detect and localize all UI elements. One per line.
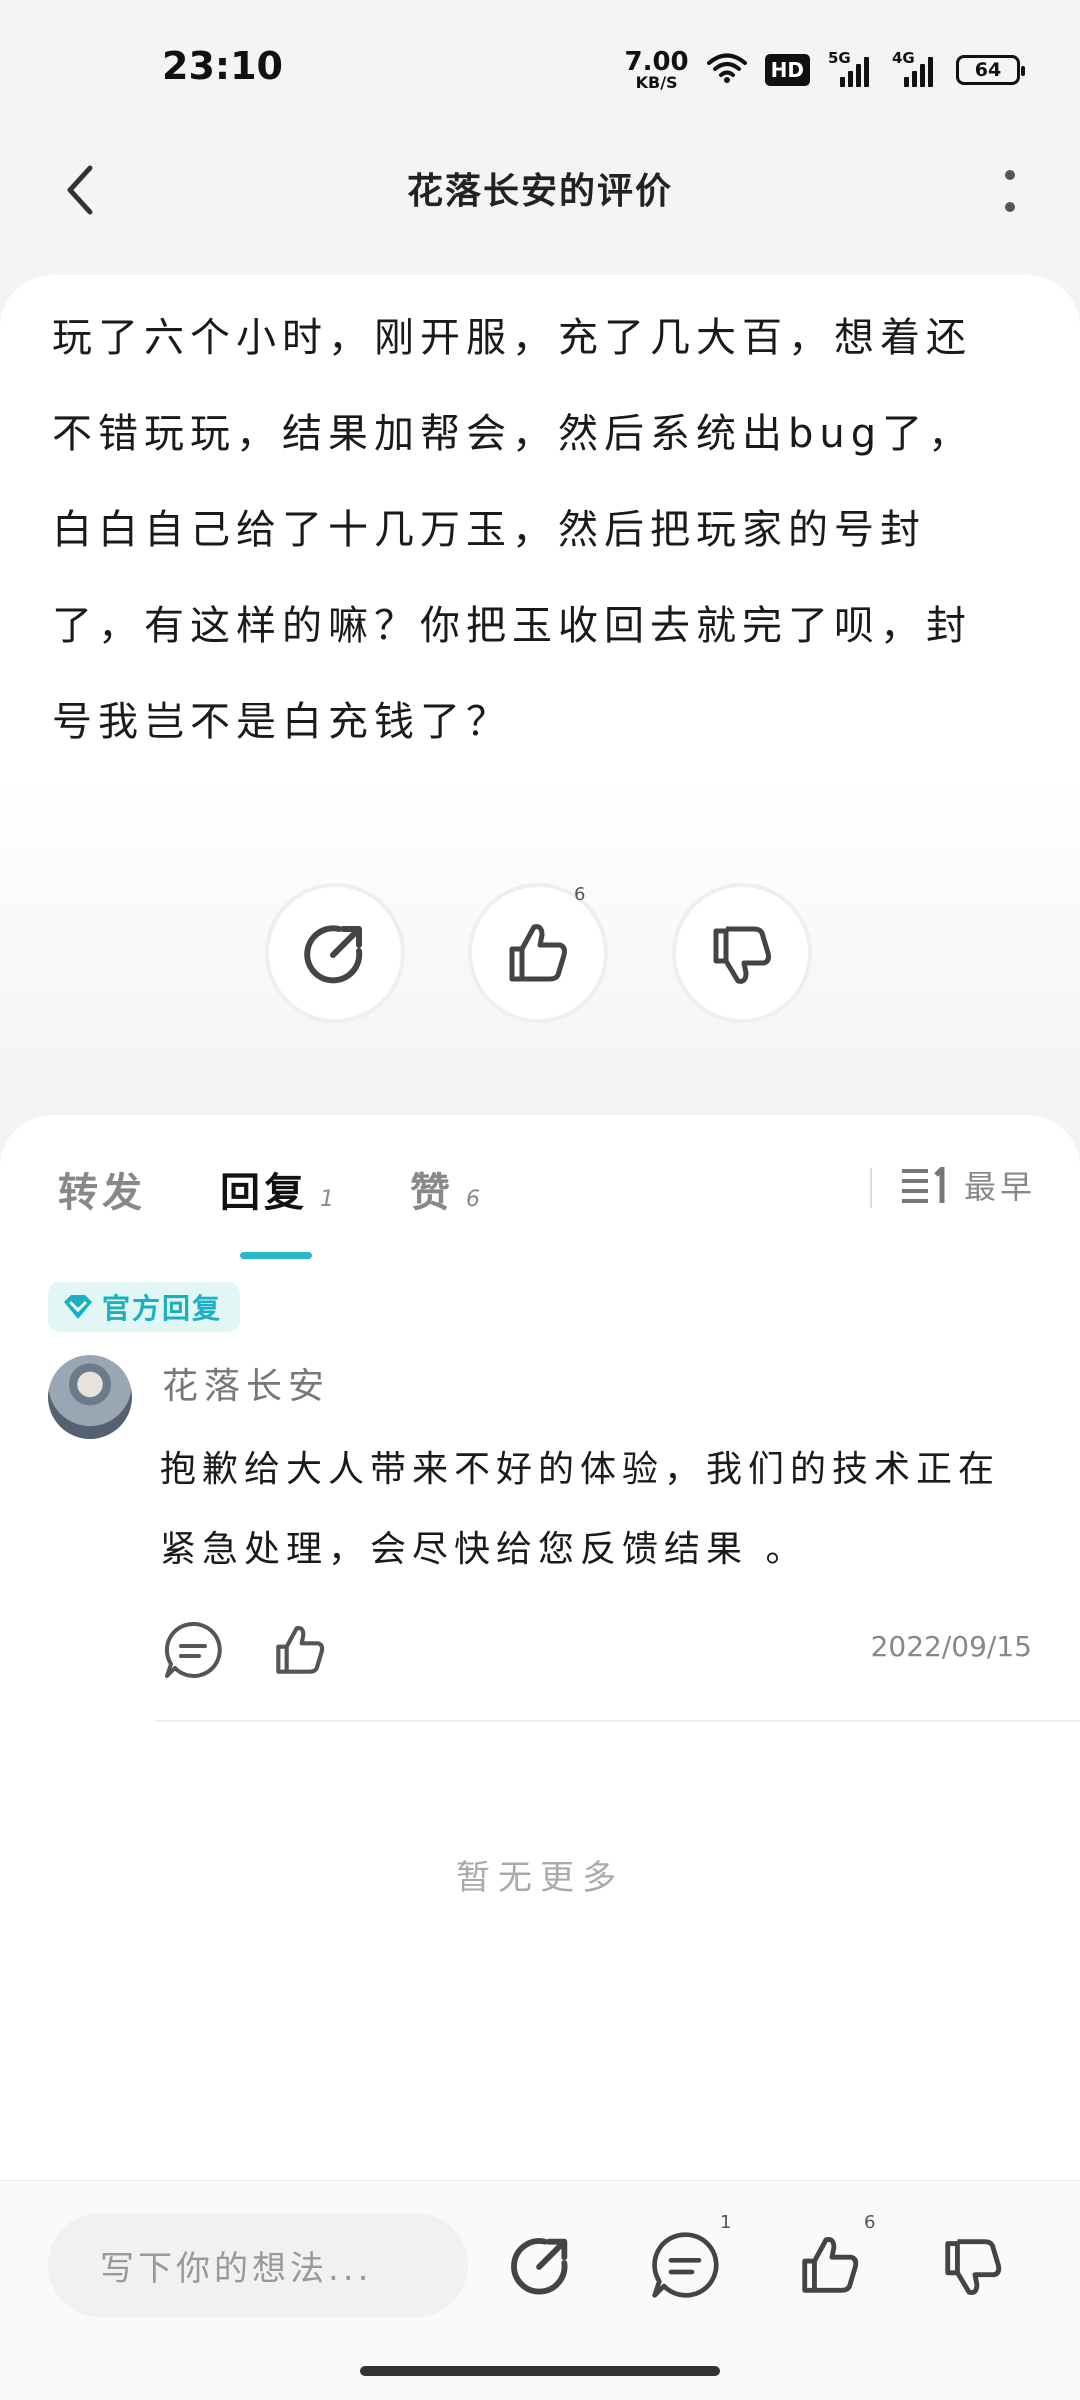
tab-reply-count: 1 bbox=[320, 1187, 338, 1212]
bottom-dislike-button[interactable] bbox=[928, 2220, 1018, 2310]
comment-icon bbox=[652, 2232, 719, 2298]
bottom-comment-count: 1 bbox=[720, 2212, 732, 2233]
divider bbox=[156, 1720, 1080, 1722]
home-indicator[interactable] bbox=[360, 2366, 720, 2376]
sort-divider bbox=[870, 1168, 872, 1208]
thumbs-up-icon bbox=[802, 2236, 859, 2293]
post-text: 玩了六个小时，刚开服，充了几大百，想着还不错玩玩，结果加帮会，然后系统出bug了… bbox=[52, 315, 975, 745]
reply-text: 抱歉给大人带来不好的体验，我们的技术正在紧急处理，会尽快给您反馈结果 。 bbox=[160, 1449, 1001, 1570]
signal-5g-icon: 5G bbox=[828, 49, 874, 87]
more-options-button[interactable] bbox=[980, 160, 1040, 224]
page-title: 花落长安的评价 bbox=[406, 171, 673, 212]
dislike-button[interactable] bbox=[672, 883, 812, 1023]
tab-forward-label: 转发 bbox=[58, 1170, 146, 1216]
thumbs-down-icon bbox=[713, 926, 771, 984]
tab-like-label: 赞 bbox=[410, 1170, 454, 1216]
status-bar: 23:10 7.00 KB/S HD 5G 4G 64 bbox=[0, 0, 1080, 140]
share-icon bbox=[511, 2238, 568, 2295]
tab-reply[interactable]: 回复 1 bbox=[220, 1160, 338, 1218]
sort-button[interactable]: 最早 bbox=[902, 1162, 1036, 1208]
reply-like-button[interactable] bbox=[255, 1605, 345, 1695]
reply-comment-button[interactable] bbox=[148, 1605, 238, 1695]
comment-input-placeholder: 写下你的想法... bbox=[100, 2248, 373, 2289]
official-reply-label: 官方回复 bbox=[102, 1292, 223, 1325]
like-button[interactable] bbox=[468, 883, 608, 1023]
reply-author[interactable]: 花落长安 bbox=[162, 1357, 330, 1409]
reply-date: 2022/09/15 bbox=[870, 1630, 1032, 1663]
network-speed: 7.00 KB/S bbox=[624, 47, 689, 92]
thumbs-up-icon bbox=[276, 1625, 325, 1674]
tab-active-indicator bbox=[240, 1252, 312, 1259]
thumbs-up-icon bbox=[509, 924, 567, 982]
signal-4g-icon: 4G bbox=[892, 49, 938, 87]
tab-reply-label: 回复 bbox=[220, 1170, 308, 1216]
sort-list-icon bbox=[902, 1167, 945, 1203]
tab-like[interactable]: 赞6 bbox=[410, 1160, 484, 1218]
hd-icon: HD bbox=[764, 54, 810, 86]
no-more-label: 暂无更多 bbox=[456, 1858, 624, 1898]
status-icons: 7.00 KB/S HD 5G 4G 64 bbox=[624, 46, 1025, 94]
thumbs-down-icon bbox=[945, 2239, 1002, 2295]
share-button[interactable] bbox=[265, 883, 405, 1023]
bottom-share-button[interactable] bbox=[496, 2220, 586, 2310]
bottom-comment-button[interactable] bbox=[640, 2220, 730, 2310]
official-reply-badge: 官方回复 bbox=[48, 1282, 241, 1332]
post-like-count: 6 bbox=[574, 884, 586, 905]
bottom-like-count: 6 bbox=[864, 2212, 876, 2233]
more-vertical-icon bbox=[1005, 170, 1015, 212]
comment-icon bbox=[164, 1621, 222, 1678]
diamond-icon bbox=[64, 1295, 92, 1319]
tab-like-count: 6 bbox=[466, 1187, 484, 1212]
avatar[interactable] bbox=[48, 1355, 132, 1439]
bottom-like-button[interactable] bbox=[785, 2220, 875, 2310]
wifi-icon bbox=[706, 52, 747, 88]
sort-label: 最早 bbox=[964, 1168, 1037, 1206]
tab-forward[interactable]: 转发 bbox=[58, 1160, 146, 1218]
comment-input[interactable]: 写下你的想法... bbox=[48, 2213, 468, 2317]
battery-icon: 64 bbox=[956, 55, 1025, 85]
share-icon bbox=[304, 925, 363, 984]
clock: 23:10 bbox=[162, 44, 283, 88]
